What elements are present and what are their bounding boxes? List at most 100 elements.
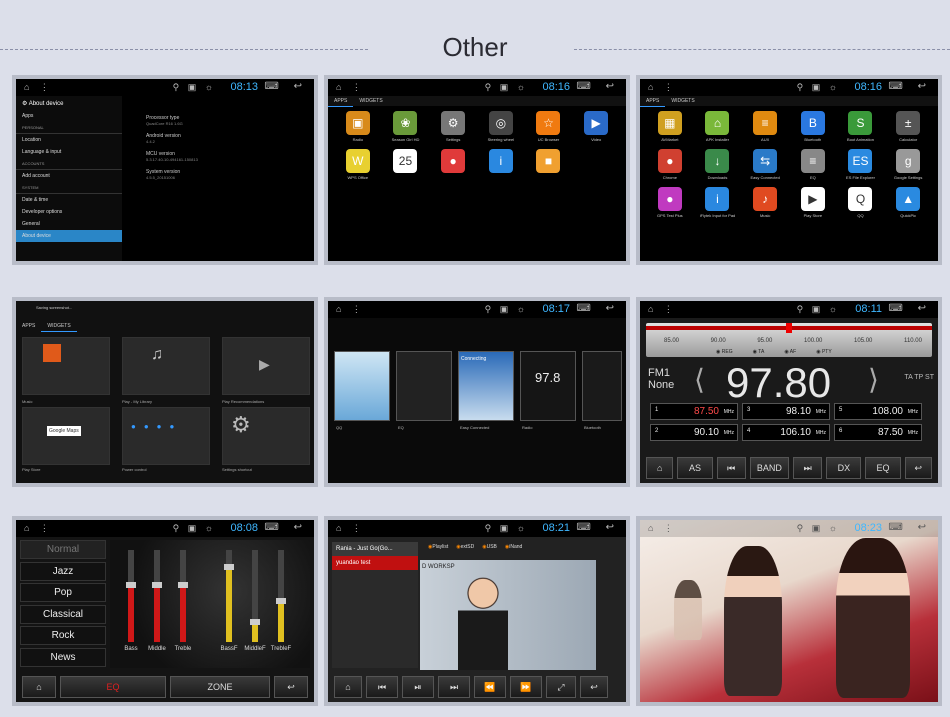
app-item[interactable]: ❀ Season Girl HD [382, 111, 430, 142]
radio-option[interactable]: ◉ PTY [816, 349, 832, 355]
preset-button[interactable]: 4 106.10 MHz [742, 424, 830, 441]
app-item[interactable]: ↓ Downloads [694, 149, 742, 180]
app-item[interactable]: i iFlytek Input for Pad [694, 187, 742, 218]
frequency-needle[interactable] [786, 323, 792, 333]
eq-slider[interactable] [276, 550, 286, 642]
fast-forward-icon[interactable]: ⏩ [510, 676, 542, 698]
app-item[interactable]: S Boot Animation [837, 111, 885, 142]
radio-option[interactable]: ◉ AF [784, 349, 796, 355]
eq-slider[interactable] [178, 550, 188, 642]
tab-widgets[interactable]: WIDGETS [665, 96, 700, 106]
home-button[interactable]: ⌂ [646, 457, 674, 479]
app-item[interactable]: W WPS Office [334, 149, 382, 180]
app-item[interactable]: ♪ Music [741, 187, 789, 218]
back-icon[interactable]: ⌨ ↩ [264, 81, 308, 92]
back-icon[interactable]: ⌨ ↩ [888, 522, 932, 533]
fullscreen-icon[interactable]: ⤢ [546, 676, 576, 698]
sidebar-item-about[interactable]: About device [16, 230, 122, 242]
eq-slider[interactable] [126, 550, 136, 642]
dx-button[interactable]: DX [826, 457, 862, 479]
sidebar-item-general[interactable]: General [16, 218, 122, 230]
home-button[interactable]: ⌂ [334, 676, 362, 698]
app-item[interactable]: ⇆ Easy Connected [741, 149, 789, 180]
eq-preset[interactable]: Jazz [20, 561, 106, 581]
eq-slider-knob[interactable] [126, 581, 136, 588]
back-button[interactable]: ↩ [904, 457, 932, 479]
tab-inand[interactable]: iNand [505, 544, 522, 550]
sidebar-item-developer[interactable]: Developer options [16, 206, 122, 218]
app-item[interactable]: i [477, 149, 525, 180]
recent-card-radio[interactable]: 97.8 [520, 351, 576, 421]
preset-button[interactable]: 2 90.10 MHz [650, 424, 738, 441]
sidebar-item-apps[interactable]: Apps [16, 110, 122, 122]
recent-card-qq[interactable] [334, 351, 390, 421]
eq-preset[interactable]: Classical [20, 604, 106, 624]
back-icon[interactable]: ⌨ ↩ [888, 81, 932, 92]
back-icon[interactable]: ⌨ ↩ [576, 522, 620, 533]
prev-icon[interactable]: ⏮ [716, 457, 746, 479]
back-icon[interactable]: ⌨ ↩ [264, 522, 308, 533]
widget-play-store[interactable]: Google Maps [22, 407, 110, 465]
eq-preset[interactable]: News [20, 647, 106, 667]
widget-music[interactable] [22, 337, 110, 395]
eq-preset[interactable]: Normal [20, 540, 106, 559]
app-item[interactable]: ≡ EQ [789, 149, 837, 180]
tab-apps[interactable]: APPS [328, 96, 354, 107]
play-pause-icon[interactable]: ⏯ [402, 676, 434, 698]
recent-card-bluetooth[interactable] [582, 351, 622, 421]
seek-up-icon[interactable]: ⟩ [868, 363, 879, 396]
app-item[interactable]: ● GPS Test Plus [646, 187, 694, 218]
tab-playlist[interactable]: Playlist [428, 544, 448, 550]
prev-icon[interactable]: ⏮ [366, 676, 398, 698]
recent-card-eq[interactable] [396, 351, 452, 421]
as-button[interactable]: AS [677, 457, 713, 479]
rewind-icon[interactable]: ⏪ [474, 676, 506, 698]
home-button[interactable]: ⌂ [22, 676, 56, 698]
app-item[interactable]: ▲ QuickPic [884, 187, 932, 218]
eq-slider-knob[interactable] [178, 581, 188, 588]
widget-power-control[interactable]: ●●●● [122, 407, 210, 465]
eq-slider-knob[interactable] [250, 618, 260, 625]
frequency-scale[interactable]: 85.00 90.00 95.00 100.00 105.00 110.00 ◉ REG ◉… [646, 323, 932, 357]
radio-option[interactable]: ◉ TA [753, 349, 765, 355]
eq-slider[interactable] [250, 550, 260, 642]
back-icon[interactable]: ⌨ ↩ [888, 303, 932, 314]
preset-button[interactable]: 1 87.50 MHz [650, 403, 738, 420]
app-item[interactable]: ▶ Play Store [789, 187, 837, 218]
video-frame[interactable]: D WORKSP [420, 560, 596, 670]
now-playing-title[interactable]: Rania - Just Go(Go... [332, 542, 418, 556]
app-item[interactable]: ◎ Steering wheel [477, 111, 525, 142]
back-button[interactable]: ↩ [274, 676, 308, 698]
next-icon[interactable]: ⏭ [438, 676, 470, 698]
playlist-item-selected[interactable]: yuandao test [332, 556, 418, 570]
tab-widgets[interactable]: WIDGETS [353, 96, 388, 106]
app-item[interactable]: ▦ AVMarket [646, 111, 694, 142]
preset-button[interactable]: 5 108.00 MHz [834, 403, 922, 420]
app-item[interactable]: Q QQ [837, 187, 885, 218]
eq-preset[interactable]: Rock [20, 626, 106, 645]
preset-button[interactable]: 3 98.10 MHz [742, 403, 830, 420]
tab-extsd[interactable]: extSD [456, 544, 475, 550]
widget-play-library[interactable]: ♫ [122, 337, 210, 395]
widget-play-recommendations[interactable]: ▶ [222, 337, 310, 395]
app-item[interactable]: g Google Settings [884, 149, 932, 180]
eq-slider-knob[interactable] [152, 581, 162, 588]
back-button[interactable]: ↩ [580, 676, 608, 698]
eq-slider[interactable] [224, 550, 234, 642]
band-button[interactable]: BAND [749, 457, 789, 479]
tab-apps[interactable]: APPS [640, 96, 666, 107]
preset-button[interactable]: 6 87.50 MHz [834, 424, 922, 441]
app-item[interactable]: ● [429, 149, 477, 180]
zone-tab[interactable]: ZONE [170, 676, 270, 698]
eq-tab[interactable]: EQ [60, 676, 166, 698]
seek-down-icon[interactable]: ⟨ [694, 363, 705, 396]
eq-slider[interactable] [152, 550, 162, 642]
tab-apps[interactable]: APPS [16, 321, 41, 331]
eq-slider-knob[interactable] [224, 563, 234, 570]
eq-button[interactable]: EQ [865, 457, 901, 479]
app-item[interactable]: ● Chrome [646, 149, 694, 180]
app-item[interactable]: 25 [382, 149, 430, 180]
app-item[interactable]: ⌂ APK Installer [694, 111, 742, 142]
app-item[interactable]: B Bluetooth [789, 111, 837, 142]
tab-usb[interactable]: USB [482, 544, 497, 550]
